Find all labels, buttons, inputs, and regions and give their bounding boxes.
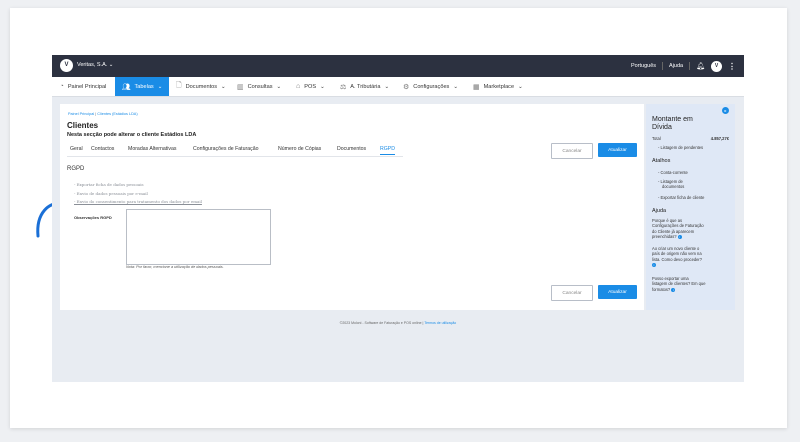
page-subtitle: Nesta secção pode alterar o cliente Está…	[67, 132, 197, 138]
help-line: formatos?	[652, 286, 671, 292]
avatar[interactable]: V	[711, 60, 722, 72]
cancel-button-bottom[interactable]: Cancelar	[551, 285, 593, 301]
amount-title: Montante em Dívida	[652, 116, 693, 132]
tab-geral[interactable]: Geral	[70, 146, 83, 152]
chevron-down-icon: ⌄	[157, 83, 163, 90]
chevron-down-icon: ⌄	[384, 83, 390, 90]
nav-item-consultas[interactable]: ▥ Consultas ⌄	[237, 77, 281, 96]
amount-title-line: Dívida	[652, 124, 672, 131]
send-consent-email-link[interactable]: - Envio do consentimento para tratamento…	[74, 198, 202, 207]
help-link[interactable]: Ajuda	[669, 63, 683, 69]
app-window: V Veritas, S.A. ⌄ Português Ajuda 🔔︎ V ⋮…	[52, 55, 744, 382]
rgpd-links: - Exportar ficha de dados pessoais - Env…	[74, 181, 202, 207]
help-item-country[interactable]: Ao criar um novo cliente o país de orige…	[652, 246, 728, 267]
total-row: Total 4.857,27€	[652, 136, 729, 141]
language-selector[interactable]: Português	[631, 63, 656, 69]
update-button[interactable]: Atualizar	[598, 143, 637, 157]
pos-icon: ⌂	[296, 83, 301, 90]
marketplace-icon: ▦	[473, 83, 480, 91]
client-edit-card: Painel Principal | Clientes (Estádios LD…	[60, 104, 644, 310]
right-sidebar: ▸ Montante em Dívida Total 4.857,27€ - L…	[646, 104, 735, 310]
tax-icon: ⚖︎	[340, 83, 347, 91]
chevron-down-icon: ⌄	[108, 62, 114, 68]
chevron-down-icon: ⌄	[453, 83, 459, 90]
amount-title-line: Montante em	[652, 116, 693, 123]
chart-icon: ▥	[237, 83, 244, 91]
nav-label: Documentos	[185, 83, 218, 90]
total-value: 4.857,27€	[710, 136, 729, 141]
info-icon: i	[652, 262, 656, 267]
shortcut-line: documentos	[662, 184, 685, 189]
help-item-export[interactable]: Posso exportar uma listagem de clientes?…	[652, 276, 728, 292]
dashboard-icon: ◔	[59, 83, 64, 90]
tab-moradas-alternativas[interactable]: Moradas Alternativas	[128, 146, 176, 152]
main-navigation: ◔ Painel Principal 👥︎ Tabelas ⌄ 🗋︎ Docum…	[52, 77, 744, 97]
nav-label: Configurações	[413, 83, 450, 90]
shortcut-current-account[interactable]: - Conta-corrente	[658, 170, 726, 175]
nav-label: Consultas	[247, 83, 273, 90]
help-title: Ajuda	[652, 208, 667, 214]
nav-label: Tabelas	[134, 83, 154, 90]
chevron-down-icon: ⌄	[221, 83, 226, 90]
breadcrumb-root[interactable]: Painel Principal	[68, 112, 94, 116]
nav-item-tabelas[interactable]: 👥︎ Tabelas ⌄	[115, 77, 169, 96]
tab-documentos[interactable]: Documentos	[337, 146, 366, 152]
shortcut-export-client[interactable]: - Exportar ficha de cliente	[658, 195, 726, 200]
breadcrumb: Painel Principal | Clientes (Estádios LD…	[68, 112, 138, 116]
shortcut-document-list[interactable]: - Listagem de documentos	[658, 179, 726, 189]
total-label: Total	[652, 136, 661, 141]
help-item-billing-config[interactable]: Porque é que as Configurações de Faturaç…	[652, 218, 728, 239]
tab-rgpd[interactable]: RGPD	[380, 146, 395, 155]
chevron-down-icon: ⌄	[518, 83, 523, 90]
nav-item-a-tributaria[interactable]: ⚖︎ A. Tributária ⌄	[340, 77, 389, 96]
more-vertical-icon[interactable]: ⋮	[728, 62, 736, 71]
tab-contactos[interactable]: Contactos	[91, 146, 114, 152]
section-title: RGPD	[67, 166, 85, 172]
nav-label: A. Tributária	[350, 83, 381, 90]
divider	[662, 62, 664, 70]
nav-label: Marketplace	[483, 83, 515, 90]
chevron-down-icon: ⌄	[276, 83, 282, 90]
company-logo[interactable]: V	[60, 59, 73, 72]
company-name: Veritas, S.A.	[77, 62, 108, 68]
tab-numero-copias[interactable]: Número de Cópias	[278, 146, 321, 152]
footer-text: ©2023 Moloni - Software de Faturação e P…	[339, 321, 424, 325]
nav-item-pos[interactable]: ⌂ POS ⌄	[296, 77, 325, 96]
top-bar-right: Português Ajuda 🔔︎ V ⋮	[631, 59, 736, 73]
chevron-down-icon: ⌄	[320, 83, 325, 90]
nav-label: POS	[304, 83, 317, 90]
info-icon: i	[677, 234, 682, 239]
tab-configuracoes-faturacao[interactable]: Configurações de Faturação	[193, 146, 258, 152]
breadcrumb-current[interactable]: Clientes (Estádios LDA)	[97, 112, 137, 116]
page-title: Clientes	[67, 121, 99, 130]
obs-rgpd-textarea[interactable]	[126, 209, 271, 265]
users-icon: 👥︎	[121, 83, 131, 91]
update-button-bottom[interactable]: Atualizar	[598, 285, 637, 299]
nav-item-configuracoes[interactable]: ⚙︎ Configurações ⌄	[403, 77, 458, 96]
nav-item-documentos[interactable]: 🗋︎ Documentos ⌄	[176, 77, 226, 96]
cancel-button[interactable]: Cancelar	[551, 143, 593, 159]
shortcuts-title: Atalhos	[652, 158, 671, 164]
info-icon: i	[671, 287, 676, 292]
footer: ©2023 Moloni - Software de Faturação e P…	[52, 321, 744, 325]
company-selector[interactable]: Veritas, S.A. ⌄	[77, 62, 113, 68]
export-personal-data-link[interactable]: - Exportar ficha de dados pessoais	[74, 181, 202, 190]
pending-list-link[interactable]: - Listagem de pendentes	[658, 145, 726, 150]
nav-item-painel-principal[interactable]: ◔ Painel Principal	[52, 77, 114, 96]
top-bar: V Veritas, S.A. ⌄ Português Ajuda 🔔︎ V ⋮	[52, 55, 744, 77]
tab-bar: Geral Contactos Moradas Alternativas Con…	[67, 145, 403, 157]
nav-label: Painel Principal	[67, 83, 107, 90]
help-line: preenchidas?	[652, 233, 677, 239]
email-personal-data-link[interactable]: - Envio de dados pessoais por e-mail	[74, 190, 202, 199]
bell-icon[interactable]: 🔔︎	[696, 62, 705, 70]
arrow-right-icon[interactable]: ▸	[722, 107, 729, 114]
settings-icon: ⚙︎	[403, 83, 410, 91]
divider	[689, 62, 691, 70]
terms-link[interactable]: Termos de utilização	[424, 321, 456, 325]
obs-rgpd-note: Nota: Por favor, mencione a utilização d…	[126, 265, 224, 269]
document-icon: 🗋︎	[176, 82, 182, 89]
obs-rgpd-label: Observações RGPD	[74, 215, 112, 220]
nav-item-marketplace[interactable]: ▦ Marketplace ⌄	[473, 77, 523, 96]
